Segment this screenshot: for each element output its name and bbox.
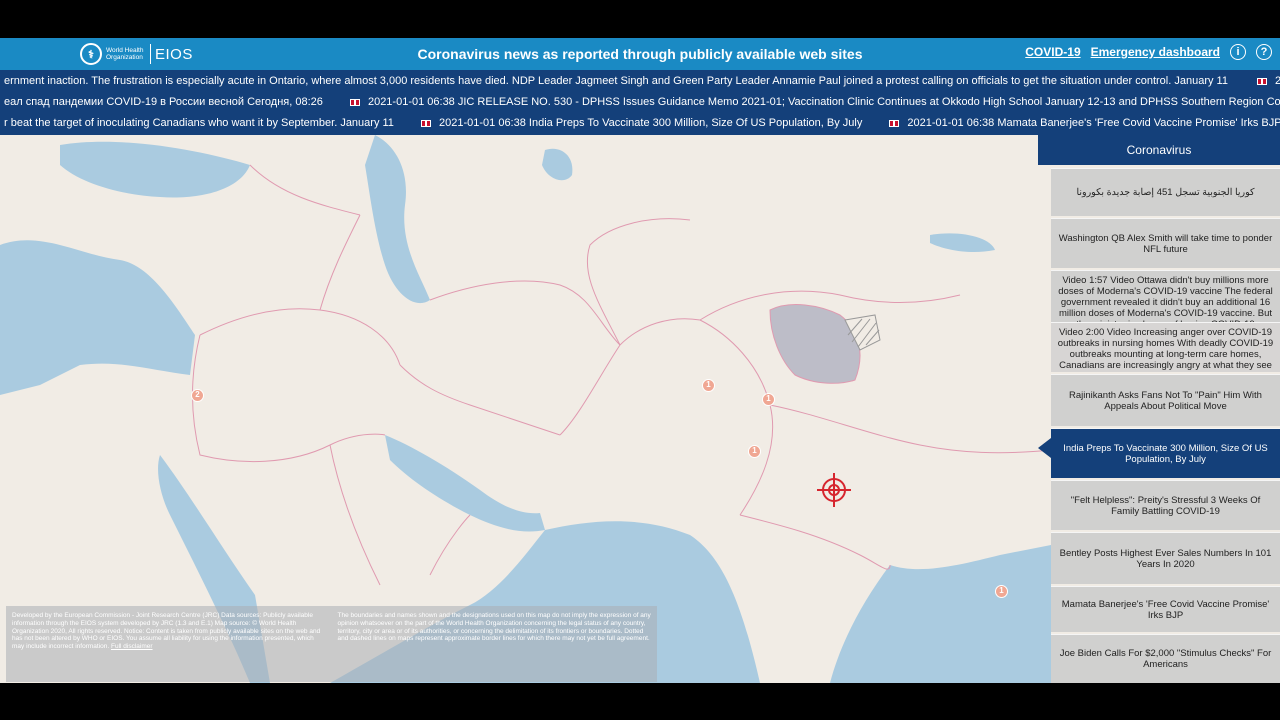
uk-flag-icon — [889, 119, 900, 127]
news-sidebar: Coronavirus كوريا الجنوبية تسجل 451 إصاب… — [1038, 135, 1280, 683]
news-item[interactable]: Joe Biden Calls For $2,000 "Stimulus Che… — [1051, 634, 1280, 683]
ticker-row-3[interactable]: r beat the target of inoculating Canadia… — [4, 113, 1280, 134]
case-cluster-marker[interactable]: 1 — [748, 445, 761, 458]
ticker-item-text: 2021-01-01 06:38 Mamata Banerjee's 'Free… — [907, 117, 1280, 129]
ticker-item: r beat the target of inoculating Canadia… — [4, 117, 394, 129]
who-eios-logo[interactable]: ⚕ World Health Organization EIOS — [80, 43, 193, 65]
emergency-dashboard-link[interactable]: Emergency dashboard — [1091, 45, 1220, 59]
logo-product-text: EIOS — [155, 45, 193, 63]
uk-flag-icon — [1257, 77, 1268, 85]
map-disclaimer: Developed by the European Commission - J… — [6, 606, 657, 682]
basemap — [0, 135, 1051, 683]
case-cluster-marker[interactable]: 1 — [702, 379, 715, 392]
full-disclaimer-link[interactable]: Full disclaimer — [111, 643, 153, 650]
ticker-item: 2021-01-01 06:38 India Preps To Vaccinat… — [421, 113, 862, 134]
ticker-item: 2021-01 — [1257, 71, 1280, 92]
covid19-link[interactable]: COVID-19 — [1025, 45, 1080, 59]
ticker-item: 2021-01-01 06:38 JIC RELEASE NO. 530 - D… — [349, 92, 1280, 113]
app-frame: ⚕ World Health Organization EIOS Coronav… — [0, 38, 1280, 683]
crosshair-icon[interactable] — [815, 471, 853, 509]
news-item[interactable]: Washington QB Alex Smith will take time … — [1051, 218, 1280, 268]
map-view[interactable]: 2 1 1 1 1 — [0, 135, 1051, 683]
news-item[interactable]: Rajinikanth Asks Fans Not To "Pain" Him … — [1051, 374, 1280, 426]
ticker-item: 2021-01-01 06:38 Mamata Banerjee's 'Free… — [889, 113, 1280, 134]
who-emblem-icon: ⚕ — [80, 43, 102, 65]
ticker-item-text: 2021-01-01 06:38 JIC RELEASE NO. 530 - D… — [367, 96, 1280, 108]
logo-org-text: World Health Organization — [106, 47, 144, 61]
logo-divider — [150, 44, 151, 64]
disclaimer-boundaries: The boundaries and names shown and the d… — [337, 612, 651, 643]
ticker-item: еал спад пандемии COVID-19 в России весн… — [4, 96, 323, 108]
help-icon[interactable]: ? — [1256, 44, 1272, 60]
top-bar: ⚕ World Health Organization EIOS Coronav… — [0, 38, 1280, 70]
news-item[interactable]: Video 1:57 Video Ottawa didn't buy milli… — [1051, 270, 1280, 322]
case-cluster-marker[interactable]: 1 — [995, 585, 1008, 598]
news-item[interactable]: Bentley Posts Highest Ever Sales Numbers… — [1051, 532, 1280, 584]
news-ticker: ernment inaction. The frustration is esp… — [0, 70, 1280, 135]
uk-flag-icon — [421, 119, 431, 127]
news-item[interactable]: "Felt Helpless": Preity's Stressful 3 We… — [1051, 480, 1280, 530]
case-cluster-marker[interactable]: 2 — [191, 389, 204, 402]
news-item-active[interactable]: India Preps To Vaccinate 300 Million, Si… — [1051, 428, 1280, 478]
ticker-item-date: 2021-01 — [1275, 75, 1280, 87]
disclaimer-source: Developed by the European Commission - J… — [12, 612, 326, 676]
ticker-row-1[interactable]: ernment inaction. The frustration is esp… — [4, 71, 1280, 92]
sidebar-heading: Coronavirus — [1038, 135, 1280, 165]
info-icon[interactable]: i — [1230, 44, 1246, 60]
case-cluster-marker[interactable]: 1 — [762, 393, 775, 406]
disclaimer-source-text: Developed by the European Commission - J… — [12, 612, 321, 651]
uk-flag-icon — [349, 98, 360, 106]
news-item[interactable]: Mamata Banerjee's 'Free Covid Vaccine Pr… — [1051, 586, 1280, 632]
active-item-pointer — [1038, 438, 1051, 458]
news-item[interactable]: كوريا الجنوبية تسجل 451 إصابة جديدة بكور… — [1051, 168, 1280, 216]
news-item[interactable]: Video 2:00 Video Increasing anger over C… — [1051, 322, 1280, 372]
header-nav: COVID-19 Emergency dashboard i ? — [1025, 44, 1272, 60]
ticker-item: ernment inaction. The frustration is esp… — [4, 75, 1228, 87]
ticker-item-text: 2021-01-01 06:38 India Preps To Vaccinat… — [439, 117, 863, 129]
ticker-row-2[interactable]: еал спад пандемии COVID-19 в России весн… — [4, 92, 1280, 113]
